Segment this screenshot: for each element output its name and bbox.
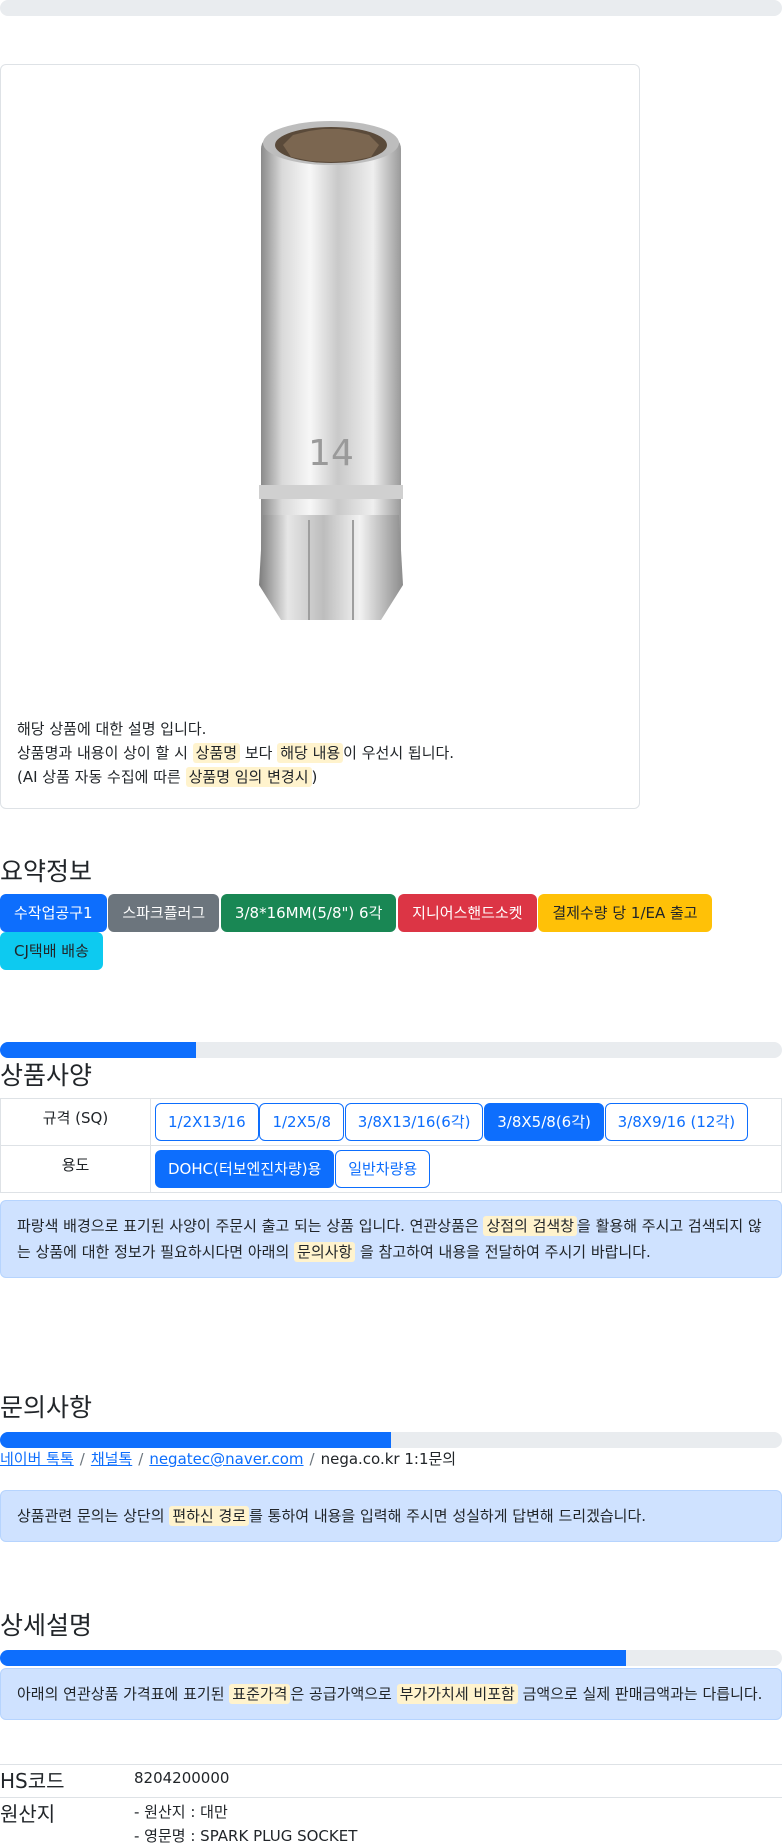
- link-separator: /: [79, 1450, 85, 1468]
- badge-category: 수작업공구1: [0, 894, 107, 932]
- info-table: HS코드 8204200000 원산지 - 원산지 : 대만 - 영문명 : S…: [0, 1764, 782, 1846]
- highlight-name-change: 상품명 임의 변경시: [185, 767, 312, 787]
- notice-text: 파랑색 배경으로 표기된 사양이 주문시 출고 되는 상품 입니다. 연관상품은: [17, 1217, 484, 1235]
- spec-options-usage: DOHC(터보엔진차량)용 일반차량용: [150, 1145, 782, 1193]
- desc-text: 상품명과 내용이 상이 할 시: [17, 744, 193, 762]
- notice-text: 금액으로 실제 판매금액과는 다릅니다.: [517, 1685, 763, 1703]
- hs-code-value: 8204200000: [134, 1769, 230, 1787]
- detail-progress-fill: [0, 1650, 626, 1666]
- inquiry-links: 네이버 톡톡 / 채널톡 / negatec@naver.com / nega.co.kr …: [0, 1448, 456, 1469]
- badge-brand: 지니어스핸드소켓: [398, 894, 537, 932]
- highlight-inquiry: 문의사항: [294, 1242, 356, 1262]
- badge-quantity: 결제수량 당 1/EA 출고: [538, 894, 712, 932]
- origin-country: - 원산지 : 대만: [134, 1803, 228, 1821]
- option-size-1[interactable]: 1/2X13/16: [155, 1103, 259, 1141]
- spec-label-size: 규격 (SQ): [0, 1098, 151, 1146]
- spec-notice: 파랑색 배경으로 표기된 사양이 주문시 출고 되는 상품 입니다. 연관상품은…: [0, 1200, 782, 1278]
- desc-text: 보다: [240, 744, 278, 762]
- spec-label-usage: 용도: [0, 1145, 151, 1193]
- link-separator: /: [138, 1450, 144, 1468]
- desc-line-2: 상품명과 내용이 상이 할 시 상품명 보다 해당 내용 이 우선시 됩니다.: [17, 741, 454, 765]
- spec-options-size: 1/2X13/16 1/2X5/8 3/8X13/16(6각) 3/8X5/8(…: [150, 1098, 782, 1146]
- badge-size: 3/8*16MM(5/8") 6각: [220, 894, 397, 932]
- highlight-product-name: 상품명: [192, 743, 241, 763]
- badge-shipping: CJ택배 배송: [0, 932, 103, 970]
- spec-row-size: 규격 (SQ) 1/2X13/16 1/2X5/8 3/8X13/16(6각) …: [0, 1098, 782, 1146]
- summary-badges: 수작업공구1 스파크플러그 3/8*16MM(5/8") 6각 지니어스핸드소켓…: [0, 894, 720, 970]
- highlight-content: 해당 내용: [277, 743, 344, 763]
- notice-text: 을 참고하여 내용을 전달하여 주시기 바랍니다.: [355, 1243, 651, 1261]
- spec-row-usage: 용도 DOHC(터보엔진차량)용 일반차량용: [0, 1145, 782, 1193]
- product-image: 14: [259, 121, 403, 620]
- option-size-4-selected[interactable]: 3/8X5/8(6각): [484, 1103, 604, 1141]
- highlight-route: 편하신 경로: [169, 1506, 250, 1526]
- summary-title: 요약정보: [0, 857, 93, 886]
- badge-type: 스파크플러그: [108, 894, 220, 932]
- detail-notice: 아래의 연관상품 가격표에 표기된 표준가격 은 공급가액으로 부가가치세 비포함…: [0, 1668, 782, 1720]
- notice-text: 아래의 연관상품 가격표에 표기된: [17, 1685, 230, 1703]
- spec-table: 규격 (SQ) 1/2X13/16 1/2X5/8 3/8X13/16(6각) …: [0, 1098, 782, 1193]
- link-naver-talk[interactable]: 네이버 톡톡: [0, 1450, 74, 1468]
- link-email[interactable]: negatec@naver.com: [149, 1450, 303, 1468]
- desc-text: 이 우선시 됩니다.: [343, 744, 455, 762]
- link-separator: /: [309, 1450, 315, 1468]
- inquiry-progress: [0, 1432, 782, 1448]
- option-size-5[interactable]: 3/8X9/16 (12각): [604, 1103, 749, 1141]
- info-row-hs: HS코드 8204200000: [0, 1765, 782, 1798]
- option-size-2[interactable]: 1/2X5/8: [259, 1103, 344, 1141]
- info-row-origin: 원산지 - 원산지 : 대만 - 영문명 : SPARK PLUG SOCKET: [0, 1798, 782, 1846]
- site-inquiry-text: nega.co.kr 1:1문의: [320, 1450, 457, 1468]
- origin-label: 원산지: [0, 1802, 56, 1826]
- desc-line-3: (AI 상품 자동 수집에 따른 상품명 임의 변경시): [17, 765, 454, 789]
- origin-values: - 원산지 : 대만 - 영문명 : SPARK PLUG SOCKET: [134, 1800, 357, 1846]
- link-channel-talk[interactable]: 채널톡: [91, 1450, 132, 1468]
- inquiry-title: 문의사항: [0, 1393, 93, 1422]
- notice-text: 은 공급가액으로: [290, 1685, 397, 1703]
- origin-english-name: - 영문명 : SPARK PLUG SOCKET: [134, 1827, 358, 1845]
- inquiry-notice: 상품관련 문의는 상단의 편하신 경로 를 통하여 내용을 입력해 주시면 성실하…: [0, 1490, 782, 1542]
- spec-title: 상품사양: [0, 1061, 93, 1090]
- option-usage-1-selected[interactable]: DOHC(터보엔진차량)용: [155, 1150, 335, 1188]
- notice-text: 상품관련 문의는 상단의: [17, 1507, 170, 1525]
- inquiry-progress-fill: [0, 1432, 391, 1448]
- svg-text:14: 14: [308, 433, 354, 474]
- highlight-vat: 부가가치세 비포함: [396, 1684, 518, 1704]
- option-size-3[interactable]: 3/8X13/16(6각): [344, 1103, 484, 1141]
- option-usage-2[interactable]: 일반차량용: [335, 1150, 431, 1188]
- hs-code-label: HS코드: [0, 1769, 65, 1793]
- highlight-search: 상점의 검색창: [483, 1216, 578, 1236]
- spec-progress: [0, 1042, 782, 1058]
- notice-text: 를 통하여 내용을 입력해 주시면 성실하게 답변해 드리겠습니다.: [249, 1507, 647, 1525]
- highlight-standard-price: 표준가격: [229, 1684, 291, 1704]
- detail-title: 상세설명: [0, 1611, 93, 1640]
- detail-progress: [0, 1650, 782, 1666]
- top-progress-bar: [0, 0, 782, 16]
- desc-text: (AI 상품 자동 수집에 따른: [17, 768, 186, 786]
- desc-text: ): [311, 768, 318, 786]
- product-description: 해당 상품에 대한 설명 입니다. 상품명과 내용이 상이 할 시 상품명 보다…: [17, 717, 454, 789]
- product-card: 14 해당 상품에 대한 설명 입니다. 상품명과 내용이 상이 할 시 상품명…: [0, 64, 640, 809]
- desc-line-1: 해당 상품에 대한 설명 입니다.: [17, 720, 207, 738]
